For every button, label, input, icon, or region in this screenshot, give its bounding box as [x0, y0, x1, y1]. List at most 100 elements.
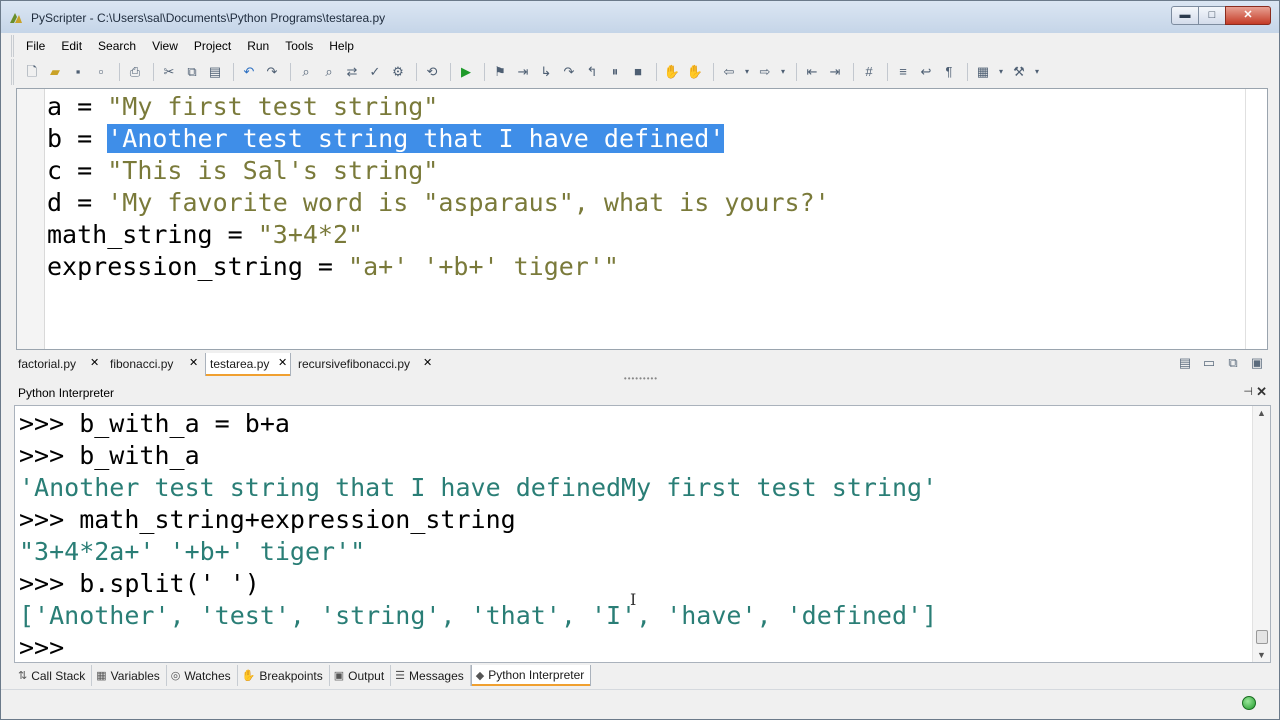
pane-splitter[interactable]: •••••••••: [621, 375, 661, 383]
dedent-icon[interactable]: ⇥: [825, 62, 845, 82]
python-interpreter-console[interactable]: >>> b_with_a = b+a >>> b_with_a 'Another t…: [14, 405, 1271, 663]
chevron-down-icon[interactable]: ▾: [742, 62, 752, 82]
code-line[interactable]: c = "This is Sal's string": [47, 155, 830, 187]
tab-call-stack[interactable]: ⇅ Call Stack: [14, 665, 93, 686]
clear-breakpoints-icon[interactable]: ✋: [685, 62, 705, 82]
text-cursor-icon: I: [630, 590, 637, 609]
close-tab-icon[interactable]: ✕: [189, 356, 198, 369]
console-result-line: "3+4*2a+' '+b+' tiger'": [19, 537, 366, 566]
menu-run[interactable]: Run: [239, 36, 277, 56]
menu-project[interactable]: Project: [186, 36, 239, 56]
menu-view[interactable]: View: [144, 36, 186, 56]
toolbar-separator: [119, 63, 120, 81]
toggle-breakpoint-icon[interactable]: ✋: [662, 62, 682, 82]
run-icon[interactable]: ▶: [456, 62, 476, 82]
scroll-up-icon[interactable]: ▲: [1253, 408, 1270, 418]
cut-icon[interactable]: ✂: [159, 62, 179, 82]
tab-output[interactable]: ▣ Output: [330, 665, 392, 686]
split-view-icon[interactable]: ⧉: [1223, 355, 1243, 371]
save-icon[interactable]: ▪: [68, 62, 88, 82]
file-tab-recursivefibonacci[interactable]: recursivefibonacci.py: [294, 353, 436, 375]
code-lines[interactable]: a = "My first test string" b = 'Another t…: [47, 91, 830, 283]
maximize-editor-icon[interactable]: ▣: [1247, 355, 1267, 371]
line-numbers-icon[interactable]: ≡: [893, 62, 913, 82]
console-scrollbar[interactable]: ▲ ▼: [1252, 406, 1270, 662]
toolbar-separator: [153, 63, 154, 81]
scroll-down-icon[interactable]: ▼: [1253, 650, 1270, 660]
copy-icon[interactable]: ⧉: [182, 62, 202, 82]
close-tab-icon[interactable]: ✕: [90, 356, 99, 369]
code-editor[interactable]: a = "My first test string" b = 'Another t…: [16, 88, 1268, 350]
chevron-down-icon[interactable]: ▾: [996, 62, 1006, 82]
step-into-icon[interactable]: ↳: [536, 62, 556, 82]
debug-icon[interactable]: ⚑: [490, 62, 510, 82]
undo-icon[interactable]: ↶: [239, 62, 259, 82]
close-tab-icon[interactable]: ✕: [423, 356, 432, 369]
redo-icon[interactable]: ↷: [262, 62, 282, 82]
editor-gutter[interactable]: [17, 89, 45, 349]
step-over-icon[interactable]: ↷: [559, 62, 579, 82]
code-line[interactable]: math_string = "3+4*2": [47, 219, 830, 251]
paste-icon[interactable]: ▤: [205, 62, 225, 82]
pin-icon[interactable]: ⊣: [1243, 385, 1253, 398]
string-literal: 'My favorite word is "asparaus", what is…: [107, 188, 830, 217]
code-identifier: a =: [47, 92, 108, 121]
run-to-cursor-icon[interactable]: ⇥: [513, 62, 533, 82]
comment-icon[interactable]: #: [859, 62, 879, 82]
tab-variables[interactable]: ▦ Variables: [92, 665, 167, 686]
python-version-icon[interactable]: ⟲: [422, 62, 442, 82]
find-next-icon[interactable]: ⌕: [319, 62, 339, 82]
layouts-icon[interactable]: ▦: [973, 62, 993, 82]
tab-list-icon[interactable]: ▤: [1175, 355, 1195, 371]
string-literal: "My first test string": [107, 92, 439, 121]
close-pane-icon[interactable]: ✕: [1256, 384, 1267, 400]
code-line[interactable]: d = 'My favorite word is "asparaus", wha…: [47, 187, 830, 219]
print-icon[interactable]: ⎙: [125, 62, 145, 82]
file-tab-factorial[interactable]: factorial.py: [14, 353, 102, 375]
tab-breakpoints[interactable]: ✋ Breakpoints: [238, 665, 330, 686]
close-window-button[interactable]: ✕: [1225, 6, 1271, 25]
menu-tools[interactable]: Tools: [277, 36, 321, 56]
toolbar-separator: [656, 63, 657, 81]
syntax-check-icon[interactable]: ✓: [365, 62, 385, 82]
console-output[interactable]: >>> b_with_a = b+a >>> b_with_a 'Another t…: [19, 408, 937, 662]
import-check-icon[interactable]: ⚙: [388, 62, 408, 82]
new-tab-icon[interactable]: ▭: [1199, 355, 1219, 371]
step-out-icon[interactable]: ↰: [582, 62, 602, 82]
word-wrap-icon[interactable]: ↩: [916, 62, 936, 82]
close-tab-icon[interactable]: ✕: [278, 356, 287, 369]
forward-icon[interactable]: ⇨: [755, 62, 775, 82]
menu-edit[interactable]: Edit: [53, 36, 90, 56]
tab-python-interpreter[interactable]: ◆ Python Interpreter: [470, 665, 592, 686]
special-chars-icon[interactable]: ¶: [939, 62, 959, 82]
save-all-icon[interactable]: ▫: [91, 62, 111, 82]
code-line[interactable]: b = 'Another test string that I have def…: [47, 123, 830, 155]
replace-icon[interactable]: ⇄: [342, 62, 362, 82]
tab-watches[interactable]: ◎ Watches: [167, 665, 238, 686]
chevron-down-icon[interactable]: ▾: [1032, 62, 1042, 82]
menu-bar: File Edit Search View Project Run Tools Help: [11, 35, 1273, 57]
minimize-button[interactable]: ▬: [1171, 6, 1199, 25]
stop-icon[interactable]: ■: [628, 62, 648, 82]
file-tab-fibonacci[interactable]: fibonacci.py: [106, 353, 202, 375]
file-tab-label: fibonacci.py: [110, 357, 174, 371]
open-file-icon[interactable]: ▰: [45, 62, 65, 82]
menu-file[interactable]: File: [18, 36, 53, 56]
indent-icon[interactable]: ⇤: [802, 62, 822, 82]
menu-help[interactable]: Help: [321, 36, 362, 56]
back-icon[interactable]: ⇦: [719, 62, 739, 82]
title-bar[interactable]: PyScripter - C:\Users\sal\Documents\Pyth…: [1, 1, 1279, 33]
maximize-button[interactable]: □: [1198, 6, 1226, 25]
chevron-down-icon[interactable]: ▾: [778, 62, 788, 82]
find-icon[interactable]: ⌕: [296, 62, 316, 82]
external-tools-icon[interactable]: ⚒: [1009, 62, 1029, 82]
tab-label: Watches: [184, 668, 231, 683]
code-line[interactable]: expression_string = "a+' '+b+' tiger'": [47, 251, 830, 283]
new-file-icon[interactable]: 🗋: [22, 62, 42, 82]
tab-messages[interactable]: ☰ Messages: [391, 665, 471, 686]
toolbar-separator: [796, 63, 797, 81]
code-line[interactable]: a = "My first test string": [47, 91, 830, 123]
pause-icon[interactable]: ⏸: [605, 62, 625, 82]
menu-search[interactable]: Search: [90, 36, 144, 56]
scroll-thumb[interactable]: [1256, 630, 1268, 644]
